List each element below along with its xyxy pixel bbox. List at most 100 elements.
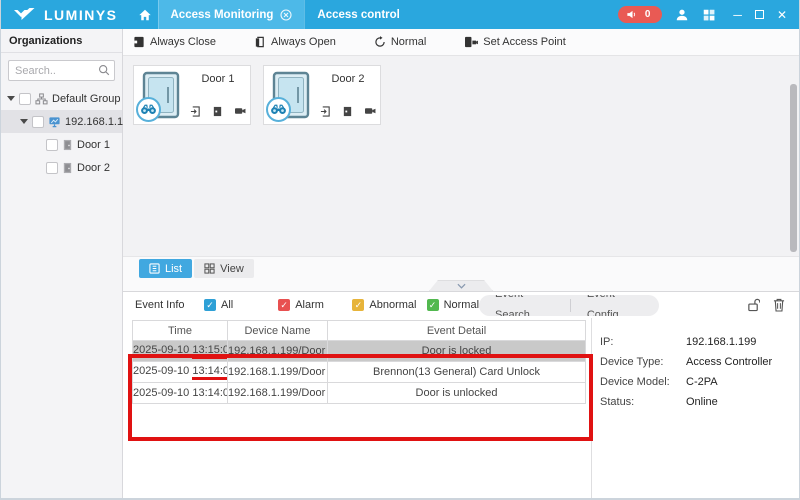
tree-item-door-2[interactable]: Door 2 [1, 156, 122, 179]
normal-button[interactable]: Normal [374, 36, 426, 48]
checkbox[interactable] [46, 139, 58, 151]
cell-device-name: 192.168.1.199/Door 1 [228, 383, 328, 404]
tab-view-label: View [220, 263, 244, 275]
minimize-button[interactable]: ─ [733, 9, 742, 21]
door-open-action-icon[interactable] [320, 106, 331, 117]
titlebar-right-controls: 0 ─ ✕ [618, 0, 799, 29]
panel-divider [123, 280, 799, 292]
access-point-icon [464, 36, 478, 48]
always-open-button[interactable]: Always Open [254, 36, 336, 48]
door-control-toolbar: Always Close Always Open Normal [123, 29, 799, 56]
search-icon[interactable] [98, 64, 110, 76]
camera-video-icon[interactable] [234, 106, 246, 117]
display-mode-tabs: List View [123, 256, 799, 280]
tab-label: Access Monitoring [171, 9, 274, 21]
tool-button-label: Normal [391, 36, 426, 48]
refresh-icon [374, 36, 386, 48]
filter-label: Normal [444, 299, 479, 311]
home-button[interactable] [132, 0, 158, 29]
tab-close-icon[interactable] [280, 9, 292, 21]
tab-list[interactable]: List [139, 259, 192, 278]
door-icon [62, 162, 73, 174]
door-close-action-icon[interactable] [212, 106, 223, 117]
door-open-icon [254, 36, 266, 48]
filter-abnormal[interactable]: ✓ Abnormal [352, 299, 426, 311]
device-info-row: IP: 192.168.1.199 [600, 336, 799, 349]
tab-list-label: List [165, 263, 182, 275]
tree-item-door-1[interactable]: Door 1 [1, 133, 122, 156]
unlock-icon[interactable] [747, 298, 760, 312]
filter-all[interactable]: ✓ All [204, 299, 278, 311]
cell-event-detail: Door is locked [328, 341, 586, 362]
organizations-sidebar: Organizations Default Group [1, 29, 123, 500]
user-account-icon[interactable] [675, 8, 689, 22]
door-card-name: Door 2 [319, 73, 377, 85]
close-button[interactable]: ✕ [777, 9, 787, 21]
door-card-2[interactable]: Door 2 [263, 65, 381, 125]
device-info-label: Device Type: [600, 356, 686, 369]
door-icon [62, 139, 73, 151]
event-button-group: Event Search Event Config [479, 295, 659, 316]
caret-down-icon[interactable] [7, 96, 15, 101]
table-row[interactable]: 2025-09-10 13:14:07 192.168.1.199/Door 1… [133, 362, 586, 383]
collapse-panel-button[interactable] [429, 280, 493, 291]
event-config-button[interactable]: Event Config [571, 295, 659, 316]
device-info-value: Online [686, 396, 718, 409]
cell-time: 2025-09-10 13:14:07 [133, 362, 228, 383]
column-header-event-detail[interactable]: Event Detail [328, 321, 586, 341]
device-info-value: C-2PA [686, 376, 718, 389]
door-card-actions [190, 106, 246, 117]
door-open-action-icon[interactable] [190, 106, 201, 117]
checkbox[interactable] [46, 162, 58, 174]
always-close-button[interactable]: Always Close [133, 36, 216, 48]
cell-event-detail: Brennon(13 General) Card Unlock [328, 362, 586, 383]
home-icon [138, 8, 152, 22]
app-window: LUMINYS Access Monitoring Access control… [0, 0, 800, 500]
maximize-button[interactable] [755, 9, 764, 21]
event-table-area: Time Device Name Event Detail 2025-09-10… [123, 318, 591, 500]
device-info-label: Status: [600, 396, 686, 409]
binoculars-monitor-icon[interactable] [266, 97, 291, 122]
alarm-counter-button[interactable]: 0 [618, 6, 663, 23]
tree-item-label: Door 1 [77, 139, 110, 151]
set-access-point-button[interactable]: Set Access Point [464, 36, 566, 48]
scrollbar-thumb[interactable] [790, 84, 797, 252]
door-card-actions [320, 106, 376, 117]
tab-label: Access control [317, 9, 399, 21]
tab-access-control[interactable]: Access control [304, 0, 411, 29]
trash-icon[interactable] [773, 298, 785, 312]
checkbox[interactable] [32, 116, 44, 128]
column-header-device-name[interactable]: Device Name [228, 321, 328, 341]
filter-normal[interactable]: ✓ Normal [427, 299, 479, 311]
camera-video-icon[interactable] [364, 106, 376, 117]
cell-device-name: 192.168.1.199/Door 1 [228, 341, 328, 362]
tree-item-device[interactable]: 192.168.1.199 [1, 110, 122, 133]
device-info-label: IP: [600, 336, 686, 349]
caret-down-icon[interactable] [20, 119, 28, 124]
binoculars-monitor-icon[interactable] [136, 97, 161, 122]
tree-item-label: Default Group [52, 93, 120, 105]
chevron-down-icon [457, 283, 466, 289]
checkbox-checked-icon: ✓ [352, 299, 364, 311]
table-row[interactable]: 2025-09-10 13:14:07 192.168.1.199/Door 1… [133, 383, 586, 404]
column-header-time[interactable]: Time [133, 321, 228, 341]
time-underline-annotation: 13:15:01 [192, 344, 227, 359]
alarm-count: 0 [645, 9, 651, 20]
filter-alarm[interactable]: ✓ Alarm [278, 299, 352, 311]
tab-access-monitoring[interactable]: Access Monitoring [158, 0, 305, 29]
device-info-label: Device Model: [600, 376, 686, 389]
tree-item-default-group[interactable]: Default Group [1, 87, 122, 110]
table-header-row: Time Device Name Event Detail [133, 321, 586, 341]
checkbox[interactable] [19, 93, 31, 105]
door-close-action-icon[interactable] [342, 106, 353, 117]
tab-view[interactable]: View [194, 259, 254, 278]
search-box [8, 60, 115, 81]
door-closed-icon [133, 36, 145, 48]
modules-switch-icon[interactable] [702, 8, 716, 22]
door-card-1[interactable]: Door 1 [133, 65, 251, 125]
table-row[interactable]: 2025-09-10 13:15:01 192.168.1.199/Door 1… [133, 341, 586, 362]
device-info-row: Status: Online [600, 396, 799, 409]
cell-time: 2025-09-10 13:15:01 [133, 341, 228, 362]
cell-time: 2025-09-10 13:14:07 [133, 383, 228, 404]
event-search-button[interactable]: Event Search [479, 295, 570, 316]
